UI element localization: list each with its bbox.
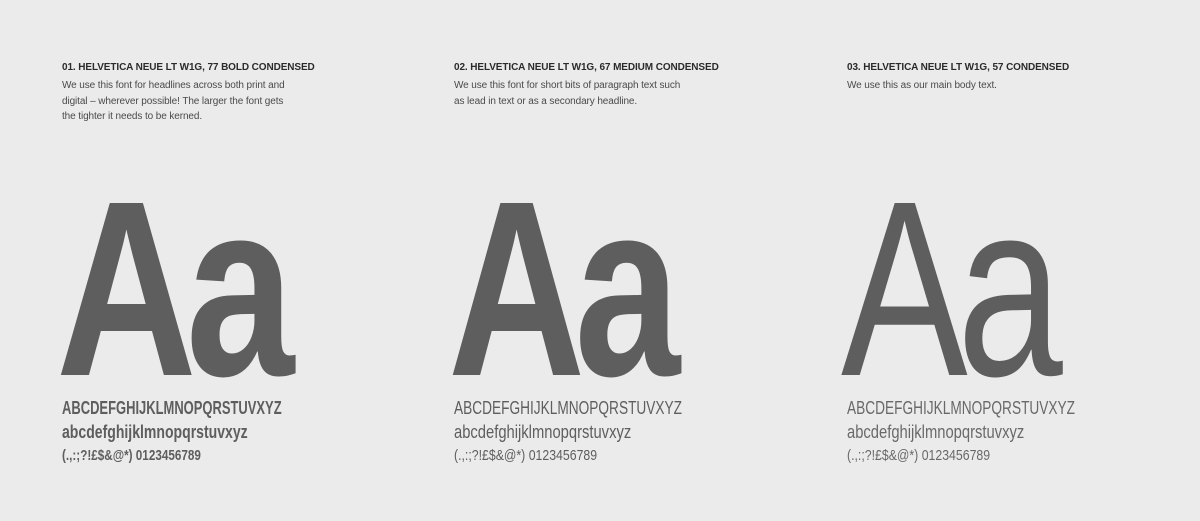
font-title: 03. HELVETICA NEUE LT W1G, 57 CONDENSED [847,62,1070,73]
font-description: We use this font for short bits of parag… [454,80,681,107]
font-specimen-glyphs: Aa [448,149,680,428]
font-title: 01. HELVETICA NEUE LT W1G, 77 BOLD CONDE… [62,62,315,73]
font-panel-condensed: 03. HELVETICA NEUE LT W1G, 57 CONDENSED … [841,0,1187,521]
font-specimen-glyphs: Aa [56,149,294,428]
font-description: We use this font for headlines across bo… [62,80,285,122]
lowercase-charset: abcdefghijklmnopqrstuvxyz [454,422,632,442]
uppercase-charset: ABCDEFGHIJKLMNOPQRSTUVXYZ [847,398,1076,418]
font-description: We use this as our main body text. [847,80,997,91]
font-panel-medium-condensed: 02. HELVETICA NEUE LT W1G, 67 MEDIUM CON… [448,0,794,521]
uppercase-charset: ABCDEFGHIJKLMNOPQRSTUVXYZ [454,398,683,418]
symbols-charset: (.,:;?!£$&@*) 0123456789 [847,447,991,464]
uppercase-charset: ABCDEFGHIJKLMNOPQRSTUVXYZ [62,398,282,418]
lowercase-charset: abcdefghijklmnopqrstuvxyz [62,422,248,442]
font-panel-bold-condensed: 01. HELVETICA NEUE LT W1G, 77 BOLD CONDE… [56,0,402,521]
font-specimen-glyphs: Aa [841,149,1063,428]
symbols-charset: (.,:;?!£$&@*) 0123456789 [454,447,598,464]
symbols-charset: (.,:;?!£$&@*) 0123456789 [62,447,201,464]
lowercase-charset: abcdefghijklmnopqrstuvxyz [847,422,1025,442]
font-title: 02. HELVETICA NEUE LT W1G, 67 MEDIUM CON… [454,62,719,73]
